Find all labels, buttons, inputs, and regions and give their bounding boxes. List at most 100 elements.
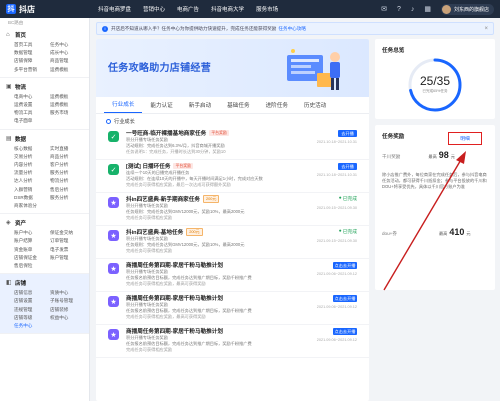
notice-link[interactable]: 任务中心攻略: [278, 26, 306, 32]
app-logo[interactable]: 抖 抖店: [0, 4, 62, 15]
bell-icon[interactable]: ♪: [411, 6, 415, 13]
sidebar-item[interactable]: 店铺保证金: [14, 254, 50, 262]
sidebar-item[interactable]: 交易分析: [14, 153, 50, 161]
sidebar-item[interactable]: 实时直播: [50, 145, 86, 153]
sidebar-group-header[interactable]: ◧ 店铺: [0, 277, 89, 289]
sidebar-item[interactable]: 账户管理: [50, 254, 86, 262]
dou-prefix: 最高: [438, 231, 448, 236]
sidebar-item[interactable]: 违规管理: [14, 306, 50, 314]
sidebar-item[interactable]: 核心数据: [14, 145, 50, 153]
sidebar-item[interactable]: 订单管理: [50, 237, 86, 245]
tab-3[interactable]: 基础任务: [219, 101, 257, 113]
sidebar-item[interactable]: 客户分析: [50, 161, 86, 169]
reward-detail-link[interactable]: 明细: [460, 135, 470, 142]
task-status-badge: ● 已完成: [339, 195, 357, 202]
sidebar-item[interactable]: 资质中心: [50, 289, 86, 297]
section-label: 行业成长: [114, 119, 135, 125]
help-icon[interactable]: ?: [397, 6, 401, 13]
sidebar-item[interactable]: 服务市场: [50, 109, 86, 117]
sidebar-group: ◧ 店铺 店铺信息 资质中心 店铺设置 子账号管理 违规管理 店铺装修 店铺等级 权益中心 任务中心: [0, 274, 89, 335]
banner: 任务攻略助力店铺经营: [96, 39, 369, 97]
sidebar-item-grid: 账户中心 保证金交纳 账户结算 订单管理 资金账单 电子发票 店铺保证金 账户管理 售后保险: [0, 229, 89, 270]
sidebar-item[interactable]: 任务中心: [14, 322, 50, 330]
sidebar-item[interactable]: 内容分析: [14, 161, 50, 169]
user-menu[interactable]: 刘东西的旗舰店: [440, 3, 494, 15]
sidebar-item[interactable]: 保证金交纳: [50, 229, 86, 237]
task-row: ✓ [测试] 日播环任务 平台奖励 连续一个10天的日播完成开播任务 活动规则：在连续1…: [96, 160, 369, 193]
sidebar-item[interactable]: 售后保险: [14, 262, 50, 270]
topnav-item-marketing[interactable]: 营销中心: [143, 5, 165, 13]
topnav-item-university[interactable]: 抖音电商大学: [211, 5, 244, 13]
sidebar-item[interactable]: 数据管理: [14, 49, 50, 57]
task-title: 抖in四艺盛典-基地任务: [126, 230, 184, 236]
sidebar-group-header[interactable]: ⌂ 首页: [0, 29, 89, 41]
sidebar-item[interactable]: 电商中心: [14, 93, 50, 101]
tab-4[interactable]: 进阶任务: [258, 101, 296, 113]
sidebar-item[interactable]: 商品管理: [50, 57, 86, 65]
sidebar-item[interactable]: 物流分析: [50, 177, 86, 185]
sidebar-item[interactable]: 电子发票: [50, 246, 86, 254]
sidebar-item[interactable]: DSR数据: [14, 194, 50, 202]
sidebar-item[interactable]: 资金账单: [14, 246, 50, 254]
sidebar-item[interactable]: 物流工具: [14, 109, 50, 117]
sidebar-item-grid: 首页工具 任务中心 数据管理 成长中心 店铺保障 商品管理 多平台营销 运费模板: [0, 41, 89, 74]
tab-1[interactable]: 能力认证: [142, 101, 180, 113]
tab-2[interactable]: 新手启动: [181, 101, 219, 113]
sidebar-item[interactable]: 账户中心: [14, 229, 50, 237]
tab-5[interactable]: 历史活动: [296, 101, 334, 113]
sidebar-item[interactable]: 入群营销: [14, 186, 50, 194]
sidebar-group-header[interactable]: ▣ 物流: [0, 81, 89, 93]
task-action-button[interactable]: 点击去开播: [333, 262, 357, 269]
task-action-button[interactable]: 去开播: [338, 130, 357, 137]
qianchuan-reward-row: 千川奖励 最高 98 元: [382, 150, 455, 160]
sidebar-item[interactable]: 权益中心: [50, 314, 86, 322]
sidebar-item[interactable]: 首页工具: [14, 41, 50, 49]
close-icon[interactable]: ×: [484, 26, 488, 32]
sidebar-item[interactable]: 店铺等级: [14, 314, 50, 322]
task-date: 2021.09.15~2021.09.30: [316, 239, 357, 243]
tab-0[interactable]: 行业成长: [104, 100, 143, 113]
sidebar-item[interactable]: 售后分析: [50, 186, 86, 194]
sidebar-item[interactable]: 运费模板: [50, 101, 86, 109]
sidebar-group-header[interactable]: ◈ 资产: [0, 217, 89, 229]
sidebar-item[interactable]: 店铺保障: [14, 57, 50, 65]
sidebar-group-header[interactable]: ▤ 数据: [0, 133, 89, 145]
sidebar-item[interactable]: 商家体验分: [14, 202, 50, 210]
reward-note: 除小店推广费外，每位商家在完成任务后，参与抖音电商任务活动，都可获得千川抵扣金；…: [382, 172, 487, 190]
qianchuan-unit: 元: [450, 154, 455, 159]
sidebar-item[interactable]: 多平台营销: [14, 66, 50, 74]
sidebar-item[interactable]: 店铺装修: [50, 306, 86, 314]
sidebar-item[interactable]: 电子面单: [14, 117, 50, 125]
topnav-item-service-market[interactable]: 服务市场: [256, 5, 278, 13]
sidebar-item[interactable]: 商品分析: [50, 153, 86, 161]
sidebar-item[interactable]: 运费模板: [50, 93, 86, 101]
sidebar-item[interactable]: 成长中心: [50, 49, 86, 57]
truck-icon: ▣: [6, 83, 12, 90]
task-row: ★ 商播周任务第四期-家居千粉马勒推计划 积分开播专场任务奖励 任务报名前预估目标额，…: [96, 292, 369, 325]
task-title: 商播周任务第四期-家居千粉马勒推计划: [126, 296, 223, 302]
message-icon[interactable]: ✉: [381, 5, 387, 13]
sidebar-item[interactable]: 任务中心: [50, 41, 86, 49]
sidebar-item[interactable]: 店铺信息: [14, 289, 50, 297]
sidebar-item[interactable]: 店铺设置: [14, 297, 50, 305]
sidebar-item[interactable]: 账户结算: [14, 237, 50, 245]
task-action-button[interactable]: 点击去开播: [333, 295, 357, 302]
sidebar-group-title: 物流: [15, 84, 27, 91]
topnav-item-ads[interactable]: 电商广告: [177, 5, 199, 13]
sidebar-item[interactable]: 运费模板: [50, 66, 86, 74]
right-column: 任务总览 25/35 已完成65%任务 任务奖励 明细 千川奖励 最高 98 元: [375, 39, 495, 290]
sidebar-item[interactable]: 流量分析: [14, 169, 50, 177]
task-action-button[interactable]: 点击去开播: [333, 328, 357, 335]
task-date: 2021.10.18~2021.10.31: [316, 173, 357, 177]
topnav-item-compass[interactable]: 抖音电商罗盘: [98, 5, 131, 13]
sidebar-item[interactable]: 子账号管理: [50, 297, 86, 305]
task-action-button[interactable]: 去开播: [338, 163, 357, 170]
sidebar-item[interactable]: 服务分析: [50, 169, 86, 177]
sidebar-item[interactable]: 服务分析: [50, 194, 86, 202]
sidebar-item[interactable]: 运费设置: [14, 101, 50, 109]
grid-icon[interactable]: ▦: [424, 5, 431, 13]
task-icon: ✓: [108, 131, 119, 142]
main-content: i 开店后不知道从哪入手？任务中心为你提供助力快速提升，完成任务还能获得奖励 任…: [96, 22, 496, 401]
info-icon: i: [102, 25, 108, 32]
sidebar-item[interactable]: 达人分析: [14, 177, 50, 185]
